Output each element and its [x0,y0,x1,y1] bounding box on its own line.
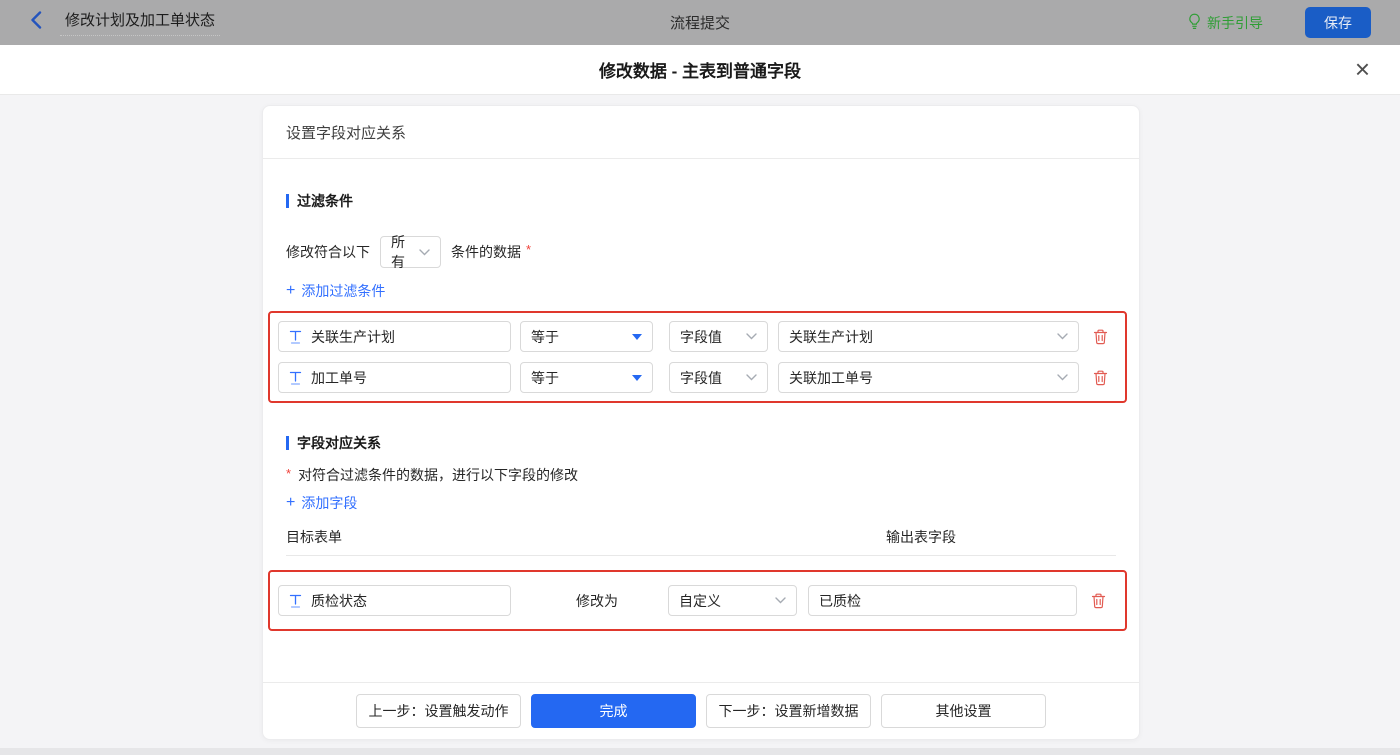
dialog-body: 设置字段对应关系 过滤条件 修改符合以下 所有 条件的数据 * + 添加过滤条件… [0,95,1400,748]
field-mapping-highlight-box: 质检状态 修改为 自定义 已质检 [268,570,1127,631]
text-field-icon [289,371,302,385]
match-prefix-label: 修改符合以下 [286,244,370,260]
dialog-title: 修改数据 - 主表到普通字段 [598,62,802,81]
text-field-icon [289,594,302,608]
topbar: 修改计划及加工单状态 流程提交 新手引导 保存 [0,0,1400,45]
done-button[interactable]: 完成 [531,694,696,728]
section-accent-bar [286,194,289,208]
output-field-column-label: 输出表字段 [886,529,956,545]
beginner-guide-button[interactable]: 新手引导 [1188,13,1263,33]
condition-row: 加工单号 等于 字段值 关联加工单号 [278,362,1117,393]
operator-select[interactable]: 等于 [520,362,653,393]
column-divider [286,555,1116,556]
mapping-row: 质检状态 修改为 自定义 已质检 [278,585,1117,616]
match-suffix-label: 条件的数据 [451,244,521,260]
delete-mapping-icon[interactable] [1091,593,1106,609]
mapping-section-title: 字段对应关系 [286,433,1116,453]
required-mark: * [286,465,292,481]
mapping-description: 对符合过滤条件的数据，进行以下字段的修改 [298,467,579,483]
caret-down-icon [632,374,642,381]
lightbulb-icon [1188,13,1201,33]
modify-to-label: 修改为 [576,592,618,609]
add-field-link[interactable]: + 添加字段 [286,493,357,513]
page-bottom-strip [0,748,1400,755]
add-filter-condition-link[interactable]: + 添加过滤条件 [286,281,385,301]
delete-condition-icon[interactable] [1093,329,1108,345]
guide-label: 新手引导 [1207,14,1263,31]
chevron-down-icon [1057,374,1068,381]
required-mark: * [526,241,532,257]
close-icon[interactable]: × [1349,54,1376,84]
plus-icon: + [286,282,296,299]
dialog-header: 修改数据 - 主表到普通字段 × [0,45,1400,95]
chevron-down-icon [1057,333,1068,340]
chevron-down-icon [746,374,757,381]
condition-row: 关联生产计划 等于 字段值 关联生产计划 [278,321,1117,352]
chevron-down-icon [775,597,786,604]
caret-down-icon [632,333,642,340]
target-form-column-label: 目标表单 [286,529,342,545]
panel-content: 过滤条件 修改符合以下 所有 条件的数据 * + 添加过滤条件 关联生产计划 等… [263,159,1139,682]
chevron-left-icon [30,11,42,34]
plus-icon: + [286,494,296,511]
custom-value-input[interactable]: 已质检 [808,585,1077,616]
mapping-field-input[interactable]: 质检状态 [278,585,511,616]
chevron-down-icon [419,248,430,256]
value-field-select[interactable]: 关联生产计划 [778,321,1079,352]
filter-section-title: 过滤条件 [286,191,1116,211]
panel-header: 设置字段对应关系 [263,106,1139,159]
match-condition-row: 修改符合以下 所有 条件的数据 * [286,234,1116,270]
workflow-name[interactable]: 修改计划及加工单状态 [60,9,221,36]
panel-footer: 上一步：设置触发动作 完成 下一步：设置新增数据 其他设置 [263,682,1139,739]
delete-condition-icon[interactable] [1093,370,1108,386]
section-accent-bar [286,436,289,450]
save-button[interactable]: 保存 [1305,7,1371,38]
condition-field-input[interactable]: 关联生产计划 [278,321,511,352]
back-button[interactable] [30,11,42,34]
value-type-select[interactable]: 字段值 [669,362,768,393]
value-mode-select[interactable]: 自定义 [668,585,797,616]
value-field-select[interactable]: 关联加工单号 [778,362,1079,393]
filter-conditions-highlight-box: 关联生产计划 等于 字段值 关联生产计划 加工单号 等于 字段值 关联加工单号 [268,311,1127,403]
operator-select[interactable]: 等于 [520,321,653,352]
text-field-icon [289,330,302,344]
mapping-column-headers: 目标表单 输出表字段 [286,527,1116,546]
other-settings-button[interactable]: 其他设置 [881,694,1046,728]
prev-step-button[interactable]: 上一步：设置触发动作 [356,694,521,728]
field-mapping-panel: 设置字段对应关系 过滤条件 修改符合以下 所有 条件的数据 * + 添加过滤条件… [262,105,1140,740]
match-type-select[interactable]: 所有 [380,234,441,270]
mapping-description-row: * 对符合过滤条件的数据，进行以下字段的修改 [286,465,1116,485]
chevron-down-icon [746,333,757,340]
value-type-select[interactable]: 字段值 [669,321,768,352]
condition-field-input[interactable]: 加工单号 [278,362,511,393]
next-step-button[interactable]: 下一步：设置新增数据 [706,694,871,728]
